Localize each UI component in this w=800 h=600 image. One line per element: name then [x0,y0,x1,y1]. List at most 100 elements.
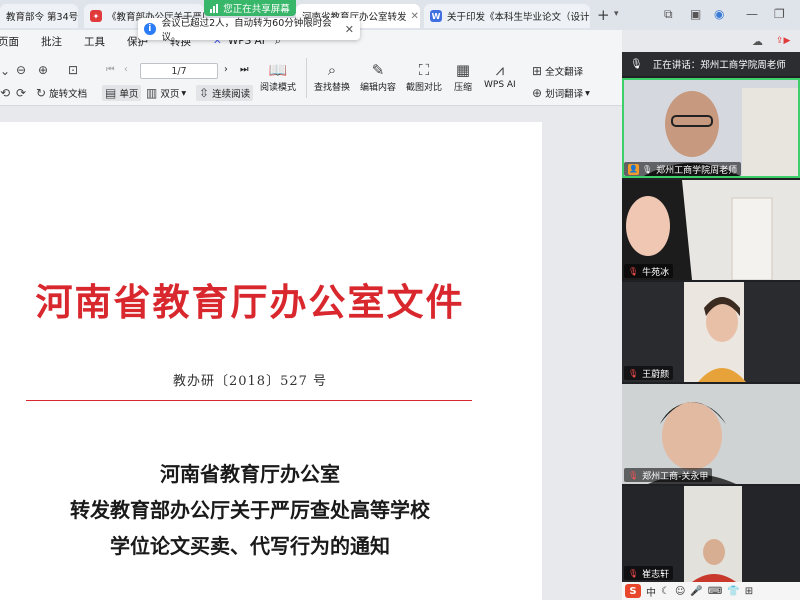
participant-video[interactable]: 🎙 郑州工商-关永甲 [622,384,800,484]
new-tab-icon[interactable]: + [597,6,610,24]
mic-muted-icon: 🎙 [628,470,639,480]
next-page-button[interactable]: › [224,64,228,75]
zoom-in-button[interactable]: ⊕ [38,63,51,77]
participant-label: 🎙 崔志轩 [624,566,674,580]
participant-video-list[interactable]: 👤 🎙 郑州工商学院周老师 🎙 牛苑冰 🎙 王蔚颜 🎙 郑州工商-关永甲 🎙 崔… [622,76,800,600]
double-page-button[interactable]: ▥ 双页 ▾ [146,86,186,100]
menu-tools[interactable]: 工具 [84,34,105,49]
zoom-dropdown[interactable]: ⌄ [0,64,13,78]
screen-sharing-banner[interactable]: 您正在共享屏幕 [204,0,296,16]
single-page-button[interactable]: ▤ 单页 [102,85,142,101]
participant-label: 👤 🎙 郑州工商学院周老师 [624,162,742,176]
single-page-icon: ▤ [105,86,117,100]
info-icon: i [144,23,156,35]
rotate-right-icon[interactable]: ⟳ [16,86,29,100]
window-layout-icon[interactable]: ▣ [690,7,701,21]
edit-icon: ✎ [371,61,385,79]
browser-tab-bar: 教育部令 第34号 ✦ 《教育部办公厅关于严厉 河南省教育厅办公室转发 ✕ W … [0,0,800,30]
toolbar-divider [306,58,307,98]
translate-icon: ⊞ [532,64,543,78]
rotate-left-icon[interactable]: ⟲ [0,86,13,100]
participant-label: 🎙 牛苑冰 [624,264,674,278]
menu-annotate[interactable]: 批注 [41,34,62,49]
share-export-icon[interactable]: ⇪▶ [776,30,790,52]
notice-title-line: 河南省教育厅办公室 [160,462,340,486]
signal-icon [210,3,219,13]
notice-title-line: 转发教育部办公厅关于严厉查处高等学校 [70,498,430,522]
cloud-icon[interactable]: ☁ [752,30,763,52]
close-tab-icon[interactable]: ✕ [407,11,419,22]
mic-muted-icon: 🎙 [628,266,639,276]
keyboard-icon[interactable]: ⌨ [708,586,722,597]
page-number-input[interactable]: 1/7 [140,63,218,79]
first-page-button[interactable]: ⏮ [106,64,115,75]
document-icon: ✦ [90,10,102,22]
sogou-logo-icon: S [625,584,641,598]
continuous-reading-button[interactable]: ⇳ 连续阅读 [196,85,254,101]
participant-label: 🎙 郑州工商-关永甲 [624,468,713,482]
microphone-icon[interactable]: 🎤 [690,586,702,597]
speaking-now-bar: 🎙 正在讲话：郑州工商学院周老师 [622,52,800,76]
compress-icon: ▦ [455,61,471,79]
emoji-icon[interactable]: ☺ [675,586,685,597]
ime-toolbar[interactable]: S 中 ☾ ☺ 🎤 ⌨ 👕 ⊞ [622,582,800,600]
full-translate-button[interactable]: ⊞ 全文翻译 [532,64,583,78]
fit-page-icon: ⊡ [68,63,79,77]
browser-tab[interactable]: 教育部令 第34号 [0,4,78,28]
word-translate-button[interactable]: ⊕ 划词翻译 ▾ [532,86,590,100]
crop-icon: ⛶ [418,61,430,79]
edit-content-button[interactable]: ✎ 编辑内容 [360,60,396,93]
find-replace-button[interactable]: ⌕ 查找替换 [314,60,350,93]
wps-ai-button[interactable]: ⩘ WPS AI [484,60,516,90]
minimize-icon[interactable]: — [746,7,758,21]
search-icon: ⌕ [327,61,337,79]
microphone-icon: 🎙 [642,164,653,174]
close-icon[interactable]: ✕ [345,23,354,36]
participant-label: 🎙 王蔚颜 [624,366,674,380]
translate-icon: ⊕ [532,86,543,100]
screenshot-compare-button[interactable]: ⛶ 截图对比 [406,60,442,93]
shirt-icon[interactable]: 👕 [727,586,739,597]
rotate-doc-button[interactable]: ↻ 旋转文档 [36,86,87,100]
participant-video[interactable]: 🎙 王蔚颜 [622,282,800,382]
word-doc-icon: W [430,10,442,22]
prev-page-button[interactable]: ‹ [124,64,128,75]
zoom-in-icon: ⊕ [38,63,49,77]
microphone-icon: 🎙 [630,58,643,70]
participant-video[interactable]: 🎙 崔志轩 [622,486,800,582]
notice-title-line: 学位论文买卖、代写行为的通知 [110,534,390,558]
host-badge-icon: 👤 [628,163,639,175]
double-page-icon: ▥ [146,86,158,100]
app-logo-icon[interactable]: ◉ [714,7,724,21]
fit-page-button[interactable]: ⊡ [68,63,81,77]
reading-mode-button[interactable]: 📖 阅读模式 [260,60,296,93]
restore-icon[interactable]: ❐ [774,7,785,21]
moon-icon[interactable]: ☾ [661,586,670,597]
chevron-down-icon: ⌄ [0,64,11,78]
ime-mode-toggle[interactable]: 中 [646,584,656,599]
document-page: 河南省教育厅办公室文件 教办研〔2018〕527 号 河南省教育厅办公室 转发教… [0,122,542,600]
rotate-icon: ↻ [36,86,47,100]
chevron-down-icon[interactable]: ▾ [614,9,619,19]
reader-toolbar: ⌄ ⊖ ⊕ ⊡ ⏮ ‹ 1/7 › ⏭ ⟲ ⟳ ↻ 旋转文档 ▤ 单页 ▥ 双页… [0,52,622,106]
red-divider-line [26,400,472,401]
participant-video[interactable]: 👤 🎙 郑州工商学院周老师 [622,78,800,178]
meeting-notice: i 会议已超过2人，自动转为60分钟限时会议。 ✕ [138,18,360,43]
mic-muted-icon: 🎙 [628,368,639,378]
ai-icon: ⩘ [495,61,505,79]
compress-button[interactable]: ▦ 压缩 [454,60,472,93]
browser-tab[interactable]: W 关于印发《本科生毕业论文（设计 [424,4,590,28]
participant-video[interactable]: 🎙 牛苑冰 [622,180,800,280]
grid-icon[interactable]: ⊞ [745,586,753,597]
document-heading: 河南省教育厅办公室文件 [35,280,465,324]
document-number: 教办研〔2018〕527 号 [172,374,328,389]
menu-page[interactable]: 页面 [0,34,19,49]
zoom-out-button[interactable]: ⊖ [16,63,29,77]
chevron-down-icon: ▾ [585,87,590,99]
chevron-down-icon: ▾ [181,87,187,99]
continuous-icon: ⇳ [199,86,210,100]
last-page-button[interactable]: ⏭ [240,64,249,75]
book-icon: 📖 [268,61,288,79]
zoom-out-icon: ⊖ [16,63,27,77]
window-tile-icon[interactable]: ⧉ [664,7,673,22]
